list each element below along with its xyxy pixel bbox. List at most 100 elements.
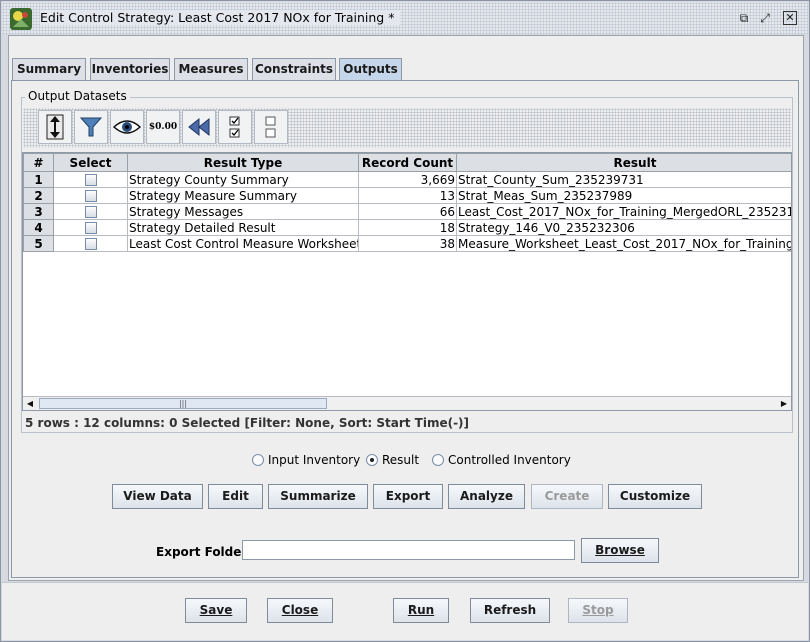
table-toolbar: $0.00 <box>23 108 791 148</box>
title-bar[interactable]: Edit Control Strategy: Least Cost 2017 N… <box>2 2 808 34</box>
main-content: Summary Inventories Measures Constraints… <box>8 35 804 581</box>
row-select-checkbox[interactable] <box>84 222 97 234</box>
radio-selected-icon <box>366 454 378 466</box>
close-icon[interactable]: ✕ <box>783 11 797 25</box>
run-label: Run <box>407 603 435 617</box>
result-cell: Strat_Meas_Sum_235237989 <box>456 187 791 204</box>
column-header-number[interactable]: # <box>23 153 54 172</box>
tab-inventories[interactable]: Inventories <box>90 58 170 80</box>
row-number: 4 <box>23 219 54 236</box>
table-row[interactable]: 1 Strategy County Summary 3,669 Strat_Co… <box>23 171 791 188</box>
row-select-checkbox[interactable] <box>84 206 97 218</box>
radio-label: Input Inventory <box>268 453 361 467</box>
tab-constraints[interactable]: Constraints <box>252 58 336 80</box>
window-frame: Edit Control Strategy: Least Cost 2017 N… <box>0 0 810 642</box>
table-row[interactable]: 3 Strategy Messages 66 Least_Cost_2017_N… <box>23 203 791 220</box>
radio-label: Controlled Inventory <box>448 453 571 467</box>
save-label: Save <box>199 603 233 617</box>
edit-button[interactable]: Edit <box>208 484 263 509</box>
row-select-cell <box>53 203 128 220</box>
radio-input-inventory[interactable]: Input Inventory <box>252 453 360 467</box>
radio-circle-icon <box>252 454 264 466</box>
row-select-cell <box>53 219 128 236</box>
deselect-all-icon[interactable] <box>254 110 288 144</box>
row-select-cell <box>53 171 128 188</box>
outputs-panel: Output Datasets $0.00 # Select Result Ty… <box>11 80 799 578</box>
save-button[interactable]: Save <box>185 598 247 623</box>
close-label: Close <box>281 603 319 617</box>
row-number: 3 <box>23 203 54 220</box>
table-status: 5 rows : 12 columns: 0 Selected [Filter:… <box>25 416 470 430</box>
summarize-button[interactable]: Summarize <box>268 484 368 509</box>
result-cell: Strategy_146_V0_235232306 <box>456 219 791 236</box>
customize-button[interactable]: Customize <box>608 484 702 509</box>
analyze-button[interactable]: Analyze <box>448 484 525 509</box>
filter-icon[interactable] <box>74 110 108 144</box>
result-cell: Strat_County_Sum_235239731 <box>456 171 791 188</box>
record-count-cell: 13 <box>358 187 457 204</box>
view-data-button[interactable]: View Data <box>112 484 203 509</box>
row-number: 5 <box>23 235 54 252</box>
radio-label: Result <box>382 453 420 467</box>
column-header-result[interactable]: Result <box>456 153 791 172</box>
column-header-result-type[interactable]: Result Type <box>127 153 359 172</box>
result-type-cell: Strategy Messages <box>127 203 359 220</box>
result-cell: Least_Cost_2017_NOx_for_Training_MergedO… <box>456 203 791 220</box>
radio-controlled-inventory[interactable]: Controlled Inventory <box>432 453 571 467</box>
tab-measures[interactable]: Measures <box>174 58 248 80</box>
sort-icon[interactable] <box>38 110 72 144</box>
table-row[interactable]: 2 Strategy Measure Summary 13 Strat_Meas… <box>23 187 791 204</box>
scroll-right-icon[interactable]: ▶ <box>777 397 791 410</box>
view-eye-icon[interactable] <box>110 110 144 144</box>
result-type-cell: Strategy Detailed Result <box>127 219 359 236</box>
result-type-cell: Strategy Measure Summary <box>127 187 359 204</box>
browse-button[interactable]: Browse <box>581 538 659 563</box>
run-button[interactable]: Run <box>393 598 449 623</box>
format-currency-icon[interactable]: $0.00 <box>146 110 180 144</box>
row-select-cell <box>53 187 128 204</box>
radio-result[interactable]: Result <box>366 453 419 467</box>
select-all-icon[interactable] <box>218 110 252 144</box>
record-count-cell: 38 <box>358 235 457 252</box>
row-select-checkbox[interactable] <box>84 190 97 202</box>
app-logo-icon <box>10 8 32 30</box>
browse-label: Browse <box>595 543 645 557</box>
row-number: 2 <box>23 187 54 204</box>
window-title: Edit Control Strategy: Least Cost 2017 N… <box>40 10 401 25</box>
stop-button[interactable]: Stop <box>568 598 628 623</box>
record-count-cell: 18 <box>358 219 457 236</box>
refresh-button[interactable]: Refresh <box>470 598 550 623</box>
result-type-cell: Strategy County Summary <box>127 171 359 188</box>
tab-outputs[interactable]: Outputs <box>339 58 402 81</box>
output-datasets-group: Output Datasets $0.00 # Select Result Ty… <box>21 89 793 433</box>
column-header-record-count[interactable]: Record Count <box>358 153 457 172</box>
scroll-left-icon[interactable]: ◀ <box>23 397 37 410</box>
stop-label: Stop <box>582 603 614 617</box>
create-button[interactable]: Create <box>531 484 603 509</box>
row-number: 1 <box>23 171 54 188</box>
export-folder-label: Export Folder: <box>156 545 253 559</box>
row-select-checkbox[interactable] <box>84 238 97 250</box>
group-title: Output Datasets <box>25 89 130 103</box>
table-row[interactable]: 5 Least Cost Control Measure Worksheet 3… <box>23 235 791 252</box>
horizontal-scrollbar[interactable]: ◀ ||| ▶ <box>23 396 791 410</box>
tab-summary[interactable]: Summary <box>12 58 86 80</box>
record-count-cell: 66 <box>358 203 457 220</box>
result-cell: Measure_Worksheet_Least_Cost_2017_NOx_fo… <box>456 235 791 252</box>
restore-icon[interactable]: ⧉ <box>737 11 751 25</box>
close-button[interactable]: Close <box>267 598 333 623</box>
maximize-icon[interactable]: ⤢ <box>758 11 772 25</box>
output-datasets-table: # Select Result Type Record Count Result… <box>22 152 792 411</box>
table-row[interactable]: 4 Strategy Detailed Result 18 Strategy_1… <box>23 219 791 236</box>
record-count-cell: 3,669 <box>358 171 457 188</box>
scroll-thumb[interactable]: ||| <box>39 398 327 409</box>
footer-bar: Save Close Run Refresh Stop <box>2 582 808 640</box>
radio-circle-icon <box>432 454 444 466</box>
row-select-cell <box>53 235 128 252</box>
export-button[interactable]: Export <box>373 484 443 509</box>
export-folder-input[interactable] <box>242 540 575 560</box>
result-type-cell: Least Cost Control Measure Worksheet <box>127 235 359 252</box>
reset-icon[interactable] <box>182 110 216 144</box>
row-select-checkbox[interactable] <box>84 174 97 186</box>
column-header-select[interactable]: Select <box>53 153 128 172</box>
